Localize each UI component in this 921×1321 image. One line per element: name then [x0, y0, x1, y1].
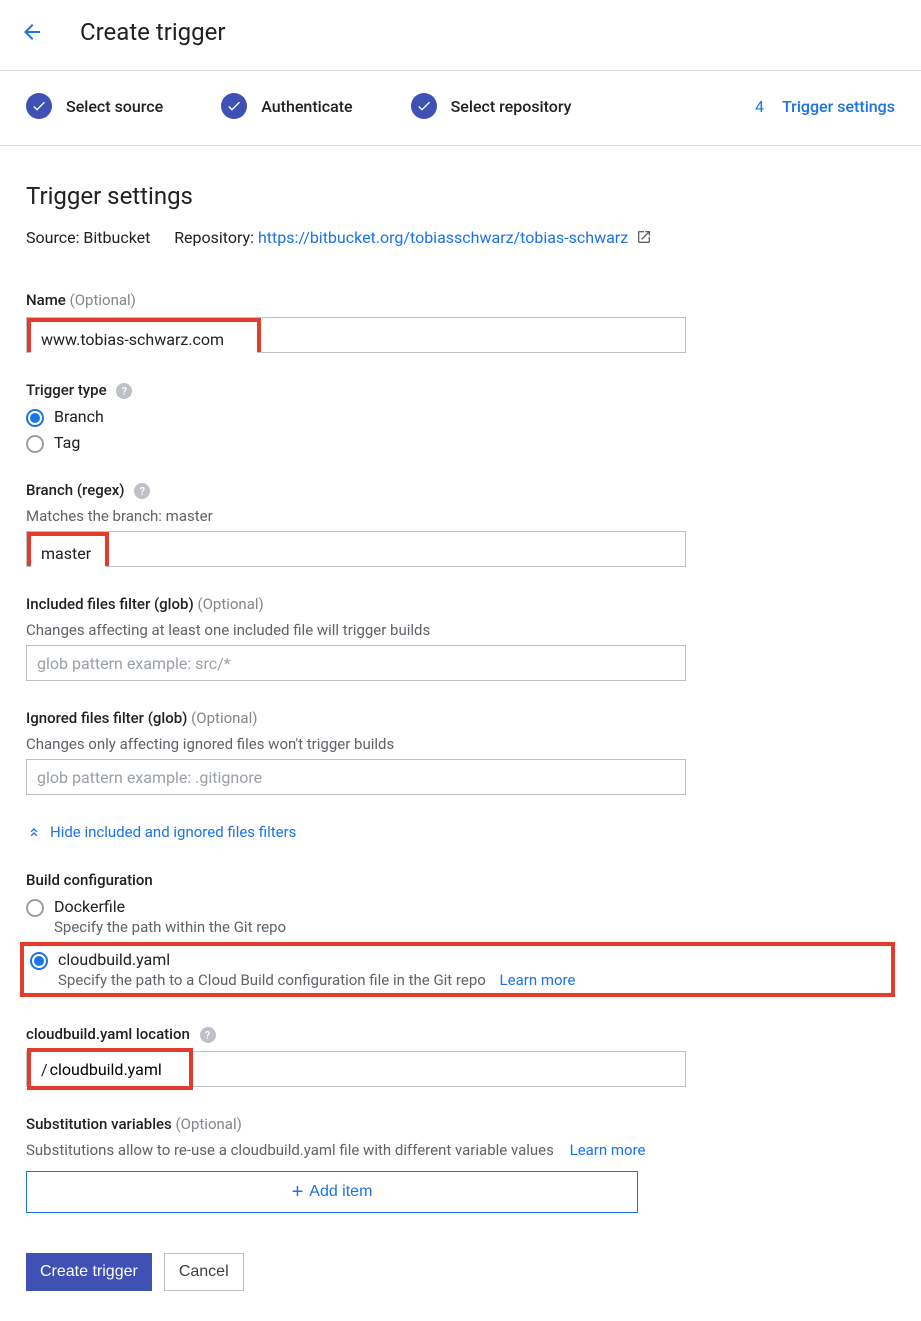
- radio-desc: Specify the path within the Git repo: [54, 918, 286, 936]
- trigger-type-field: Trigger type ? Branch Tag: [26, 381, 895, 453]
- step-label: Select source: [66, 97, 163, 116]
- repo-label: Repository:: [174, 228, 254, 247]
- cancel-button[interactable]: Cancel: [164, 1253, 244, 1291]
- build-config-label: Build configuration: [26, 871, 895, 889]
- yaml-location-label: cloudbuild.yaml location: [26, 1025, 190, 1043]
- ignored-files-label: Ignored files filter (glob): [26, 709, 187, 727]
- radio-label: Tag: [54, 433, 80, 452]
- build-config-cloudbuild-radio[interactable]: cloudbuild.yaml Specify the path to a Cl…: [30, 950, 885, 989]
- included-files-input[interactable]: [26, 645, 686, 681]
- step-authenticate[interactable]: Authenticate: [221, 93, 352, 119]
- back-arrow-icon[interactable]: [20, 20, 44, 44]
- radio-selected-icon: [30, 952, 48, 970]
- help-icon[interactable]: ?: [200, 1027, 216, 1043]
- trigger-type-label: Trigger type: [26, 381, 107, 399]
- learn-more-link[interactable]: Learn more: [570, 1141, 646, 1159]
- ignored-files-field: Ignored files filter (glob) (Optional) C…: [26, 709, 895, 795]
- step-select-repository[interactable]: Select repository: [411, 93, 572, 119]
- radio-selected-icon: [26, 409, 44, 427]
- trigger-type-branch-radio[interactable]: Branch: [26, 407, 895, 427]
- step-number: 4: [755, 97, 764, 116]
- branch-regex-label: Branch (regex): [26, 481, 125, 499]
- branch-regex-field: Branch (regex) ? Matches the branch: mas…: [26, 481, 895, 567]
- included-hint: Changes affecting at least one included …: [26, 621, 895, 639]
- external-link-icon: [636, 229, 652, 245]
- section-heading: Trigger settings: [26, 182, 895, 210]
- included-files-field: Included files filter (glob) (Optional) …: [26, 595, 895, 681]
- step-select-source[interactable]: Select source: [26, 93, 163, 119]
- help-icon[interactable]: ?: [134, 483, 150, 499]
- optional-label: (Optional): [70, 291, 136, 309]
- yaml-prefix: /: [31, 1060, 48, 1079]
- source-label: Source:: [26, 228, 79, 247]
- build-config-dockerfile-radio[interactable]: Dockerfile Specify the path within the G…: [26, 897, 895, 936]
- plus-icon: +: [292, 1181, 304, 1204]
- toggle-filters-label: Hide included and ignored files filters: [50, 823, 296, 841]
- optional-label: (Optional): [191, 709, 257, 727]
- name-input[interactable]: [31, 322, 257, 356]
- substitution-desc: Substitutions allow to re-use a cloudbui…: [26, 1141, 554, 1159]
- check-icon: [221, 93, 247, 119]
- trigger-type-tag-radio[interactable]: Tag: [26, 433, 895, 453]
- step-trigger-settings[interactable]: 4 Trigger settings: [755, 97, 895, 116]
- radio-label: Dockerfile: [54, 897, 286, 916]
- check-icon: [26, 93, 52, 119]
- chevron-double-up-icon: [26, 824, 42, 840]
- optional-label: (Optional): [197, 595, 263, 613]
- stepper: Select source Authenticate Select reposi…: [0, 71, 921, 146]
- repository-link[interactable]: https://bitbucket.org/tobiasschwarz/tobi…: [258, 228, 628, 247]
- step-label: Select repository: [451, 97, 572, 116]
- radio-icon: [26, 435, 44, 453]
- yaml-location-input[interactable]: [48, 1052, 189, 1086]
- substitution-label: Substitution variables: [26, 1115, 172, 1133]
- radio-label: cloudbuild.yaml: [58, 950, 575, 969]
- radio-icon: [26, 899, 44, 917]
- add-item-label: Add item: [309, 1183, 372, 1201]
- step-label: Authenticate: [261, 97, 352, 116]
- step-label: Trigger settings: [782, 97, 895, 116]
- source-value: Bitbucket: [83, 228, 150, 247]
- optional-label: (Optional): [176, 1115, 242, 1133]
- radio-desc: Specify the path to a Cloud Build config…: [58, 971, 486, 989]
- source-info: Source: Bitbucket Repository: https://bi…: [26, 228, 895, 247]
- ignored-files-input[interactable]: [26, 759, 686, 795]
- yaml-location-field: cloudbuild.yaml location ? /: [26, 1025, 895, 1087]
- help-icon[interactable]: ?: [116, 383, 132, 399]
- build-config-field: Build configuration Dockerfile Specify t…: [26, 871, 895, 997]
- page-title: Create trigger: [80, 18, 225, 46]
- create-trigger-button[interactable]: Create trigger: [26, 1253, 152, 1291]
- toggle-filters-link[interactable]: Hide included and ignored files filters: [26, 823, 895, 841]
- learn-more-link[interactable]: Learn more: [500, 971, 576, 989]
- branch-regex-input[interactable]: [31, 536, 105, 570]
- check-icon: [411, 93, 437, 119]
- name-field: Name (Optional): [26, 291, 895, 353]
- radio-label: Branch: [54, 407, 104, 426]
- add-item-button[interactable]: + Add item: [26, 1171, 638, 1213]
- included-files-label: Included files filter (glob): [26, 595, 194, 613]
- ignored-hint: Changes only affecting ignored files won…: [26, 735, 895, 753]
- substitution-field: Substitution variables (Optional) Substi…: [26, 1115, 895, 1213]
- name-label: Name: [26, 291, 66, 309]
- branch-hint: Matches the branch: master: [26, 507, 895, 525]
